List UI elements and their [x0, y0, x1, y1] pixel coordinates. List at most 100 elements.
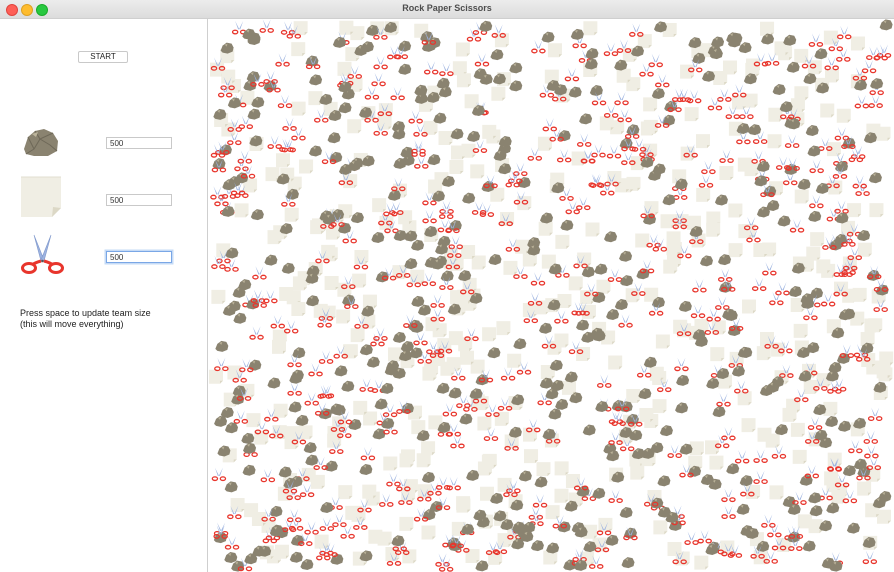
- scissors-unit: [734, 450, 750, 464]
- rock-unit: [279, 223, 293, 235]
- paper-unit: [793, 323, 808, 338]
- paper-unit: [347, 119, 362, 134]
- scissors-unit: [211, 467, 227, 482]
- scissors-unit: [684, 531, 699, 546]
- instructions-line-1: Press space to update team size: [20, 308, 151, 318]
- scissors-unit: [707, 96, 723, 111]
- paper-unit: [696, 187, 711, 202]
- paper-unit: [416, 453, 431, 468]
- rock-unit: [604, 231, 618, 243]
- scissors-unit: [618, 314, 633, 328]
- rock-unit: [712, 406, 726, 418]
- rock-unit: [466, 469, 480, 481]
- paper-unit: [440, 361, 455, 376]
- rock-unit: [589, 85, 603, 97]
- paper-unit: [425, 317, 440, 332]
- scissors-unit: [807, 416, 823, 430]
- scissors-unit: [639, 63, 654, 77]
- paper-unit: [728, 243, 743, 258]
- paper-unit: [271, 339, 286, 354]
- scissors-unit: [866, 456, 882, 471]
- paper-unit: [794, 48, 809, 63]
- paper-unit: [308, 91, 323, 106]
- paper-unit: [336, 309, 351, 324]
- rock-unit: [676, 374, 690, 386]
- scissors-unit: [603, 104, 619, 118]
- paper-unit: [555, 234, 570, 249]
- rock-unit: [513, 338, 527, 350]
- scissors-unit: [834, 200, 849, 214]
- rock-unit: [714, 194, 728, 206]
- scissors-unit: [717, 88, 732, 102]
- rock-unit: [422, 40, 436, 52]
- paper-unit: [338, 485, 353, 500]
- paper-unit: [728, 203, 743, 218]
- rock-unit: [834, 234, 848, 246]
- rock-unit: [278, 466, 292, 478]
- scissors-unit: [751, 277, 767, 292]
- paper-unit: [538, 221, 553, 236]
- rock-unit: [290, 534, 304, 546]
- rock-unit: [585, 47, 599, 59]
- paper-unit: [291, 101, 306, 116]
- scissors-unit: [231, 21, 247, 35]
- instructions-text: Press space to update team size (this wi…: [20, 308, 151, 330]
- scissors-unit: [854, 95, 870, 109]
- paper-unit: [251, 512, 266, 527]
- rock-unit: [400, 146, 414, 158]
- rock-unit: [224, 481, 238, 493]
- scissors-unit: [282, 117, 297, 131]
- rock-unit: [424, 225, 438, 237]
- scissors-unit: [808, 33, 824, 47]
- scissors-icon: [21, 234, 64, 274]
- rock-unit: [654, 21, 668, 33]
- window-title: Rock Paper Scissors: [402, 3, 492, 13]
- rock-unit: [592, 487, 606, 499]
- rock-unit: [224, 552, 238, 564]
- rock-unit: [842, 465, 856, 477]
- scissors-unit: [408, 110, 423, 124]
- paper-unit: [684, 107, 699, 122]
- paper-unit: [769, 485, 784, 500]
- scissors-unit: [716, 393, 731, 407]
- scissors-unit: [291, 127, 306, 141]
- rock-unit: [350, 212, 364, 224]
- rock-unit: [838, 309, 852, 321]
- rock-unit: [511, 394, 525, 406]
- rock-unit: [679, 443, 693, 455]
- paper-unit: [847, 203, 862, 218]
- rock-unit: [493, 149, 507, 161]
- scissors-unit: [820, 293, 836, 307]
- paper-count-input[interactable]: [106, 194, 172, 206]
- rock-unit: [243, 442, 257, 454]
- rock-count-input[interactable]: [106, 137, 172, 149]
- scissors-unit: [270, 315, 286, 329]
- rock-unit: [870, 78, 884, 90]
- scissors-unit: [715, 296, 730, 310]
- rock-unit: [786, 61, 800, 73]
- scissors-unit: [260, 468, 276, 483]
- rock-unit: [605, 534, 619, 546]
- rock-unit: [530, 540, 544, 552]
- paper-unit: [399, 453, 414, 468]
- paper-unit: [596, 279, 611, 294]
- paper-unit: [869, 203, 884, 218]
- scissors-unit: [287, 508, 302, 523]
- scissors-unit: [430, 294, 445, 308]
- scissors-unit: [360, 446, 376, 461]
- paper-unit: [652, 399, 667, 414]
- scissors-unit: [259, 19, 274, 33]
- rock-unit: [421, 471, 435, 483]
- rock-unit: [835, 161, 849, 173]
- start-button[interactable]: START: [78, 51, 128, 63]
- scissors-unit: [214, 357, 229, 372]
- paper-unit: [583, 21, 598, 36]
- paper-unit: [353, 400, 368, 415]
- rock-unit: [582, 424, 596, 436]
- rock-unit: [700, 474, 714, 486]
- scissors-count-input[interactable]: [106, 251, 172, 263]
- arena-canvas: [208, 19, 894, 572]
- scissors-unit: [761, 514, 776, 528]
- rock-unit: [411, 295, 425, 307]
- scissors-unit: [803, 306, 818, 321]
